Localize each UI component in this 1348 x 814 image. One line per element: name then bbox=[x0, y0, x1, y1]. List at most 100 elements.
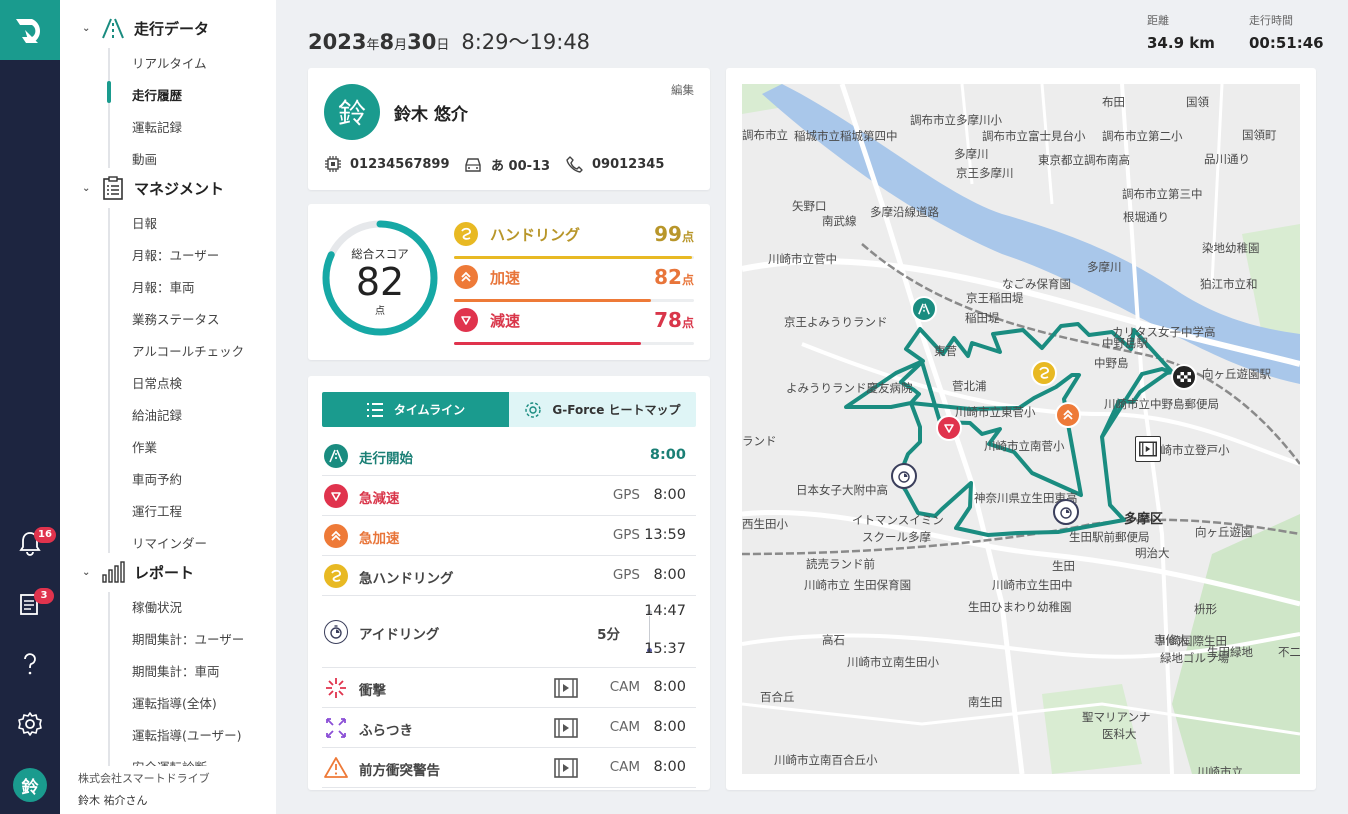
idle-duration: 5分 bbox=[597, 627, 620, 643]
map-label: 百合丘 bbox=[760, 690, 795, 704]
chip-icon bbox=[325, 156, 341, 172]
timeline-row-start[interactable]: 走行開始 8:00 bbox=[322, 436, 696, 476]
vehicle-info: あ 00-13 bbox=[463, 155, 550, 174]
active-indicator bbox=[107, 81, 111, 103]
app-logo[interactable] bbox=[0, 0, 60, 60]
video-icon[interactable] bbox=[554, 758, 578, 778]
score-fill-deceleration bbox=[454, 342, 642, 345]
timeline-row-sharp-turn[interactable]: 急ハンドリング GPS 8:00 bbox=[322, 556, 696, 596]
map-label: 川崎市立東菅小 bbox=[955, 405, 1036, 419]
map-label: 生田ひまわり幼稚園 bbox=[968, 600, 1072, 614]
start-marker[interactable] bbox=[911, 296, 937, 322]
road-icon bbox=[100, 16, 126, 40]
nav-item-work[interactable]: 作業 bbox=[132, 437, 157, 456]
event-name: アイドリング bbox=[359, 627, 440, 643]
nav-section-reports[interactable]: ⌄ レポート bbox=[82, 560, 194, 584]
map-label: 川崎市立南生田小 bbox=[847, 655, 939, 669]
score-track bbox=[454, 256, 694, 259]
event-time: 8:00 bbox=[653, 487, 686, 503]
nav-item-fuel-records[interactable]: 給油記録 bbox=[132, 405, 182, 424]
nav-item-reminder[interactable]: リマインダー bbox=[132, 533, 207, 552]
wobble-icon bbox=[324, 716, 348, 740]
acceleration-icon bbox=[1063, 409, 1073, 420]
duration-stat: 走行時間 00:51:46 bbox=[1249, 12, 1324, 52]
event-source: GPS bbox=[612, 567, 640, 583]
nav-item-operation-schedule[interactable]: 運行工程 bbox=[132, 501, 182, 520]
timeline-row-idling[interactable]: アイドリング 5分 14:47 15:37 bbox=[322, 596, 696, 668]
tab-gforce-heatmap[interactable]: G-Force ヒートマップ bbox=[509, 392, 696, 427]
map-label: 調布市立第二小 bbox=[1102, 129, 1183, 143]
map-label: 川崎市立生田中 bbox=[992, 578, 1073, 592]
device-info: 01234567899 bbox=[324, 155, 450, 173]
map-label: 川崎市立南菅小 bbox=[984, 439, 1065, 453]
gear-icon bbox=[18, 712, 42, 736]
edit-link[interactable]: 編集 bbox=[671, 82, 694, 98]
nav-section-management[interactable]: ⌄ マネジメント bbox=[82, 176, 224, 200]
nav-section-driving-data[interactable]: ⌄ 走行データ bbox=[82, 16, 209, 40]
idling-marker-1[interactable] bbox=[891, 463, 917, 489]
map-label: 医科大 bbox=[1102, 727, 1137, 741]
timeline-row-hard-accel[interactable]: 急加速 GPS 13:59 bbox=[322, 516, 696, 556]
view-tabs: タイムライン G-Force ヒートマップ bbox=[322, 392, 696, 427]
nav-item-monthly-user[interactable]: 月報：ユーザー bbox=[132, 245, 219, 264]
settings-button[interactable] bbox=[0, 702, 60, 746]
video-icon[interactable] bbox=[554, 718, 578, 738]
nav-item-monthly-vehicle[interactable]: 月報：車両 bbox=[132, 277, 195, 296]
nav-item-daily-inspection[interactable]: 日常点検 bbox=[132, 373, 182, 392]
timeline-row-wobble[interactable]: ふらつき CAM 8:00 bbox=[322, 708, 696, 748]
sidebar-footer: 株式会社スマートドライブ 鈴木 祐介さん bbox=[78, 766, 274, 808]
event-name: 走行開始 bbox=[359, 451, 413, 467]
map-label: 生田駅前郵便局 bbox=[1069, 530, 1150, 544]
sidebar-nav: ⌄ 走行データ リアルタイム 走行履歴 運転記録 動画 ⌄ マネジメント 日報 … bbox=[60, 0, 276, 814]
score-row-deceleration: 減速 78点 bbox=[454, 308, 694, 352]
nav-item-history[interactable]: 走行履歴 bbox=[132, 85, 182, 104]
nav-item-guidance-all[interactable]: 運転指導(全体) bbox=[132, 693, 217, 712]
nav-item-period-vehicle[interactable]: 期間集計：車両 bbox=[132, 661, 220, 680]
nav-item-videos[interactable]: 動画 bbox=[132, 149, 157, 168]
hard-brake-marker[interactable] bbox=[936, 415, 962, 441]
event-name: 前方衝突警告 bbox=[359, 763, 440, 779]
video-marker[interactable] bbox=[1135, 436, 1161, 462]
timeline-row-forward-collision[interactable]: 前方衝突警告 CAM 8:00 bbox=[322, 748, 696, 788]
sharp-turn-marker[interactable] bbox=[1031, 360, 1057, 386]
phone-icon bbox=[566, 156, 583, 173]
nav-item-driving-records[interactable]: 運転記録 bbox=[132, 117, 182, 136]
nav-item-vehicle-booking[interactable]: 車両予約 bbox=[132, 469, 182, 488]
help-button[interactable] bbox=[0, 642, 60, 686]
plate-number: あ 00-13 bbox=[491, 159, 551, 174]
reports-button[interactable]: 3 bbox=[0, 582, 60, 626]
route-map[interactable]: 布田 国領 調布市立多摩川小 稲城市立稲城第四中 調布市立富士見台小 調布市立第二小 矢野口… bbox=[742, 84, 1300, 774]
score-value: 82 bbox=[355, 260, 405, 304]
date-year: 2023 bbox=[308, 30, 367, 54]
idling-marker-2[interactable] bbox=[1053, 499, 1079, 525]
map-label: 京王多摩川 bbox=[956, 166, 1014, 180]
map-label: 生田 bbox=[1052, 559, 1075, 573]
nav-item-realtime[interactable]: リアルタイム bbox=[132, 53, 207, 72]
tab-label: タイムライン bbox=[393, 403, 466, 417]
map-label: 川崎市立 bbox=[1197, 765, 1243, 774]
nav-item-daily-report[interactable]: 日報 bbox=[132, 213, 157, 232]
map-label: 多摩川 bbox=[954, 147, 989, 161]
map-label: 中野島駅 bbox=[1102, 336, 1148, 350]
nav-item-period-user[interactable]: 期間集計：ユーザー bbox=[132, 629, 244, 648]
map-label: 調布市立多摩川小 bbox=[910, 113, 1002, 127]
tab-timeline[interactable]: タイムライン bbox=[322, 392, 509, 427]
question-icon bbox=[24, 653, 36, 675]
nav-item-alcohol-check[interactable]: アルコールチェック bbox=[132, 341, 244, 360]
notifications-button[interactable]: 16 bbox=[0, 521, 60, 565]
nav-item-work-status[interactable]: 業務ステータス bbox=[132, 309, 220, 328]
user-avatar[interactable]: 鈴 bbox=[13, 768, 47, 802]
timeline-row-impact[interactable]: 衝撃 CAM 8:00 bbox=[322, 668, 696, 708]
map-label: 東京都立調布南高 bbox=[1038, 153, 1130, 167]
nav-section-title: マネジメント bbox=[134, 179, 225, 198]
nav-item-operation-status[interactable]: 稼働状況 bbox=[132, 597, 182, 616]
hard-accel-marker[interactable] bbox=[1055, 402, 1081, 428]
phone-info: 09012345 bbox=[566, 155, 664, 173]
nav-item-guidance-user[interactable]: 運転指導(ユーザー) bbox=[132, 725, 242, 744]
timeline-row-hard-brake[interactable]: 急減速 GPS 8:00 bbox=[322, 476, 696, 516]
event-source: GPS bbox=[612, 527, 640, 543]
distance-label: 距離 bbox=[1147, 14, 1169, 27]
event-source: CAM bbox=[609, 759, 640, 775]
finish-marker[interactable] bbox=[1171, 364, 1197, 390]
video-icon[interactable] bbox=[554, 678, 578, 698]
